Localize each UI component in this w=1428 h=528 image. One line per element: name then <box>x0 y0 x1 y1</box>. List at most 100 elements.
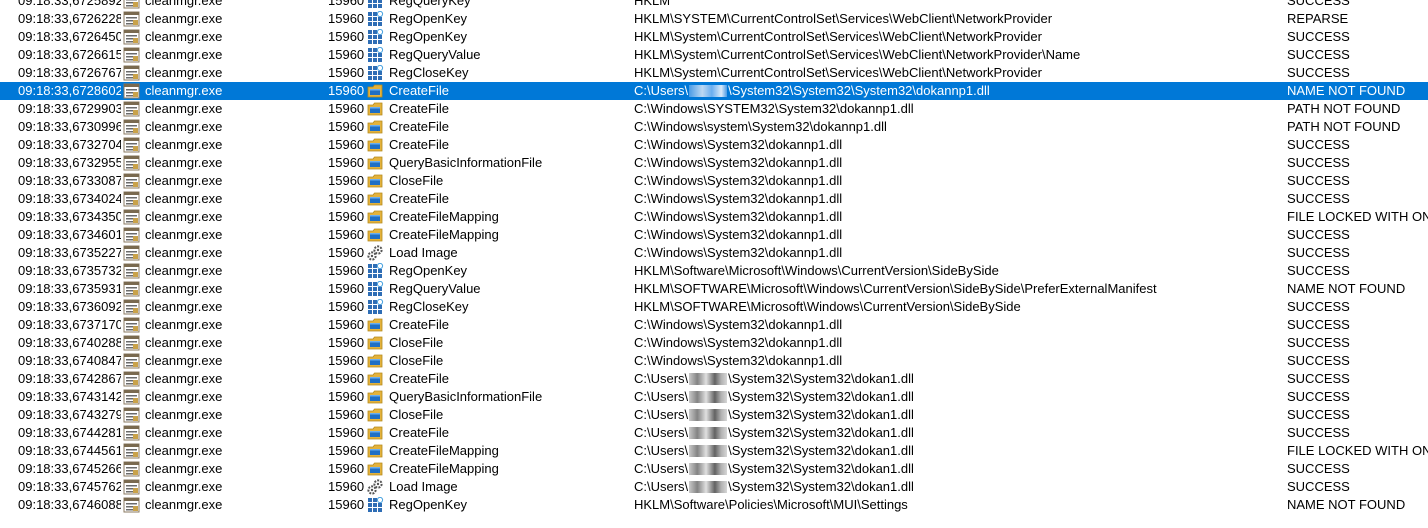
file-system-icon <box>367 118 386 136</box>
event-process-name: cleanmgr.exe <box>145 245 223 260</box>
path-segment: C:\Windows\System32\dokannp1.dll <box>634 209 843 224</box>
registry-icon <box>367 46 386 64</box>
file-system-icon <box>367 136 386 154</box>
cleanmgr-process-icon <box>123 424 142 442</box>
file-system-icon <box>367 190 386 208</box>
event-row[interactable]: 09:18:33,6732704 cleanmgr.exe 15960 Crea… <box>0 136 1428 154</box>
event-path: C:\Users\ \System32\System32\dokan1.dll <box>634 460 1282 478</box>
file-system-icon <box>367 406 386 424</box>
cleanmgr-process-icon <box>123 190 142 208</box>
path-segment: \System32\System32\dokan1.dll <box>728 461 914 476</box>
event-pid: 15960 <box>328 443 365 458</box>
event-process-name: cleanmgr.exe <box>145 497 223 512</box>
redacted-username <box>689 409 728 421</box>
path-segment: \System32\System32\System32\dokannp1.dll <box>728 83 990 98</box>
event-time: 09:18:33,6726615 <box>18 47 121 62</box>
event-row[interactable]: 09:18:33,6735732 cleanmgr.exe 15960 RegO… <box>0 262 1428 280</box>
event-path: HKLM\SYSTEM\CurrentControlSet\Services\W… <box>634 10 1282 28</box>
event-row[interactable]: 09:18:33,6740288 cleanmgr.exe 15960 Clos… <box>0 334 1428 352</box>
event-process-name: cleanmgr.exe <box>145 209 223 224</box>
event-row[interactable]: 09:18:33,6744281 cleanmgr.exe 15960 Crea… <box>0 424 1428 442</box>
event-pid: 15960 <box>328 83 365 98</box>
event-row[interactable]: 09:18:33,6743279 cleanmgr.exe 15960 Clos… <box>0 406 1428 424</box>
event-time: 09:18:33,6726228 <box>18 11 121 26</box>
event-result: SUCCESS <box>1287 263 1350 278</box>
event-path: C:\Windows\System32\dokannp1.dll <box>634 208 1282 226</box>
event-row[interactable]: 09:18:33,6746088 cleanmgr.exe 15960 RegO… <box>0 496 1428 514</box>
event-row[interactable]: 09:18:33,6735931 cleanmgr.exe 15960 RegQ… <box>0 280 1428 298</box>
event-process-name: cleanmgr.exe <box>145 101 223 116</box>
event-process-name: cleanmgr.exe <box>145 47 223 62</box>
event-result: SUCCESS <box>1287 425 1350 440</box>
event-path: C:\Users\ \System32\System32\dokan1.dll <box>634 424 1282 442</box>
cleanmgr-process-icon <box>123 100 142 118</box>
path-segment: HKLM\System\CurrentControlSet\Services\W… <box>634 29 1042 44</box>
event-operation: CreateFile <box>389 101 449 116</box>
cleanmgr-process-icon <box>123 136 142 154</box>
event-path: C:\Users\ \System32\System32\dokan1.dll <box>634 406 1282 424</box>
event-path: C:\Windows\System32\dokannp1.dll <box>634 190 1282 208</box>
event-pid: 15960 <box>328 11 365 26</box>
path-segment: \System32\System32\dokan1.dll <box>728 407 914 422</box>
event-row[interactable]: 09:18:33,6725892 cleanmgr.exe 15960 RegQ… <box>0 0 1428 10</box>
load-image-gear-icon <box>367 478 386 496</box>
event-row[interactable]: 09:18:33,6728602 cleanmgr.exe 15960 Crea… <box>0 82 1428 100</box>
event-path: HKLM <box>634 0 1282 10</box>
event-operation: RegQueryKey <box>389 0 471 8</box>
event-row[interactable]: 09:18:33,6745762 cleanmgr.exe 15960 Load… <box>0 478 1428 496</box>
event-path: C:\Users\ \System32\System32\dokan1.dll <box>634 370 1282 388</box>
event-result: SUCCESS <box>1287 155 1350 170</box>
event-process-name: cleanmgr.exe <box>145 407 223 422</box>
event-row[interactable]: 09:18:33,6740847 cleanmgr.exe 15960 Clos… <box>0 352 1428 370</box>
event-result: SUCCESS <box>1287 29 1350 44</box>
event-row[interactable]: 09:18:33,6736092 cleanmgr.exe 15960 RegC… <box>0 298 1428 316</box>
event-time: 09:18:33,6732704 <box>18 137 121 152</box>
event-list[interactable]: 09:18:33,6725892 cleanmgr.exe 15960 RegQ… <box>0 0 1428 520</box>
event-row[interactable]: 09:18:33,6734601 cleanmgr.exe 15960 Crea… <box>0 226 1428 244</box>
event-row[interactable]: 09:18:33,6726615 cleanmgr.exe 15960 RegQ… <box>0 46 1428 64</box>
event-pid: 15960 <box>328 47 365 62</box>
cleanmgr-process-icon <box>123 154 142 172</box>
cleanmgr-process-icon <box>123 244 142 262</box>
event-time: 09:18:33,6735931 <box>18 281 121 296</box>
event-row[interactable]: 09:18:33,6735227 cleanmgr.exe 15960 Load… <box>0 244 1428 262</box>
event-path: HKLM\SOFTWARE\Microsoft\Windows\CurrentV… <box>634 298 1282 316</box>
event-result: SUCCESS <box>1287 299 1350 314</box>
event-row[interactable]: 09:18:33,6729903 cleanmgr.exe 15960 Crea… <box>0 100 1428 118</box>
cleanmgr-process-icon <box>123 118 142 136</box>
event-row[interactable]: 09:18:33,6732955 cleanmgr.exe 15960 Quer… <box>0 154 1428 172</box>
event-row[interactable]: 09:18:33,6733087 cleanmgr.exe 15960 Clos… <box>0 172 1428 190</box>
event-row[interactable]: 09:18:33,6734024 cleanmgr.exe 15960 Crea… <box>0 190 1428 208</box>
path-segment: \System32\System32\dokan1.dll <box>728 443 914 458</box>
event-pid: 15960 <box>328 335 365 350</box>
event-operation: CreateFileMapping <box>389 209 499 224</box>
event-pid: 15960 <box>328 101 365 116</box>
event-path: HKLM\SOFTWARE\Microsoft\Windows\CurrentV… <box>634 280 1282 298</box>
event-row[interactable]: 09:18:33,6742867 cleanmgr.exe 15960 Crea… <box>0 370 1428 388</box>
event-row[interactable]: 09:18:33,6745266 cleanmgr.exe 15960 Crea… <box>0 460 1428 478</box>
event-time: 09:18:33,6730996 <box>18 119 121 134</box>
event-row[interactable]: 09:18:33,6730996 cleanmgr.exe 15960 Crea… <box>0 118 1428 136</box>
event-row[interactable]: 09:18:33,6734350 cleanmgr.exe 15960 Crea… <box>0 208 1428 226</box>
event-process-name: cleanmgr.exe <box>145 155 223 170</box>
event-row[interactable]: 09:18:33,6726450 cleanmgr.exe 15960 RegO… <box>0 28 1428 46</box>
event-process-name: cleanmgr.exe <box>145 425 223 440</box>
file-system-icon <box>367 460 386 478</box>
event-row[interactable]: 09:18:33,6726767 cleanmgr.exe 15960 RegC… <box>0 64 1428 82</box>
event-time: 09:18:33,6735227 <box>18 245 121 260</box>
event-row[interactable]: 09:18:33,6726228 cleanmgr.exe 15960 RegO… <box>0 10 1428 28</box>
redacted-username <box>689 463 728 475</box>
event-time: 09:18:33,6734024 <box>18 191 121 206</box>
path-segment: C:\Windows\SYSTEM32\System32\dokannp1.dl… <box>634 101 914 116</box>
event-process-name: cleanmgr.exe <box>145 317 223 332</box>
cleanmgr-process-icon <box>123 64 142 82</box>
path-segment: C:\Windows\System32\dokannp1.dll <box>634 317 843 332</box>
event-operation: CreateFileMapping <box>389 461 499 476</box>
event-path: C:\Windows\System32\dokannp1.dll <box>634 352 1282 370</box>
event-pid: 15960 <box>328 65 365 80</box>
event-operation: CreateFile <box>389 119 449 134</box>
event-row[interactable]: 09:18:33,6743142 cleanmgr.exe 15960 Quer… <box>0 388 1428 406</box>
event-row[interactable]: 09:18:33,6737170 cleanmgr.exe 15960 Crea… <box>0 316 1428 334</box>
event-process-name: cleanmgr.exe <box>145 119 223 134</box>
event-row[interactable]: 09:18:33,6744561 cleanmgr.exe 15960 Crea… <box>0 442 1428 460</box>
